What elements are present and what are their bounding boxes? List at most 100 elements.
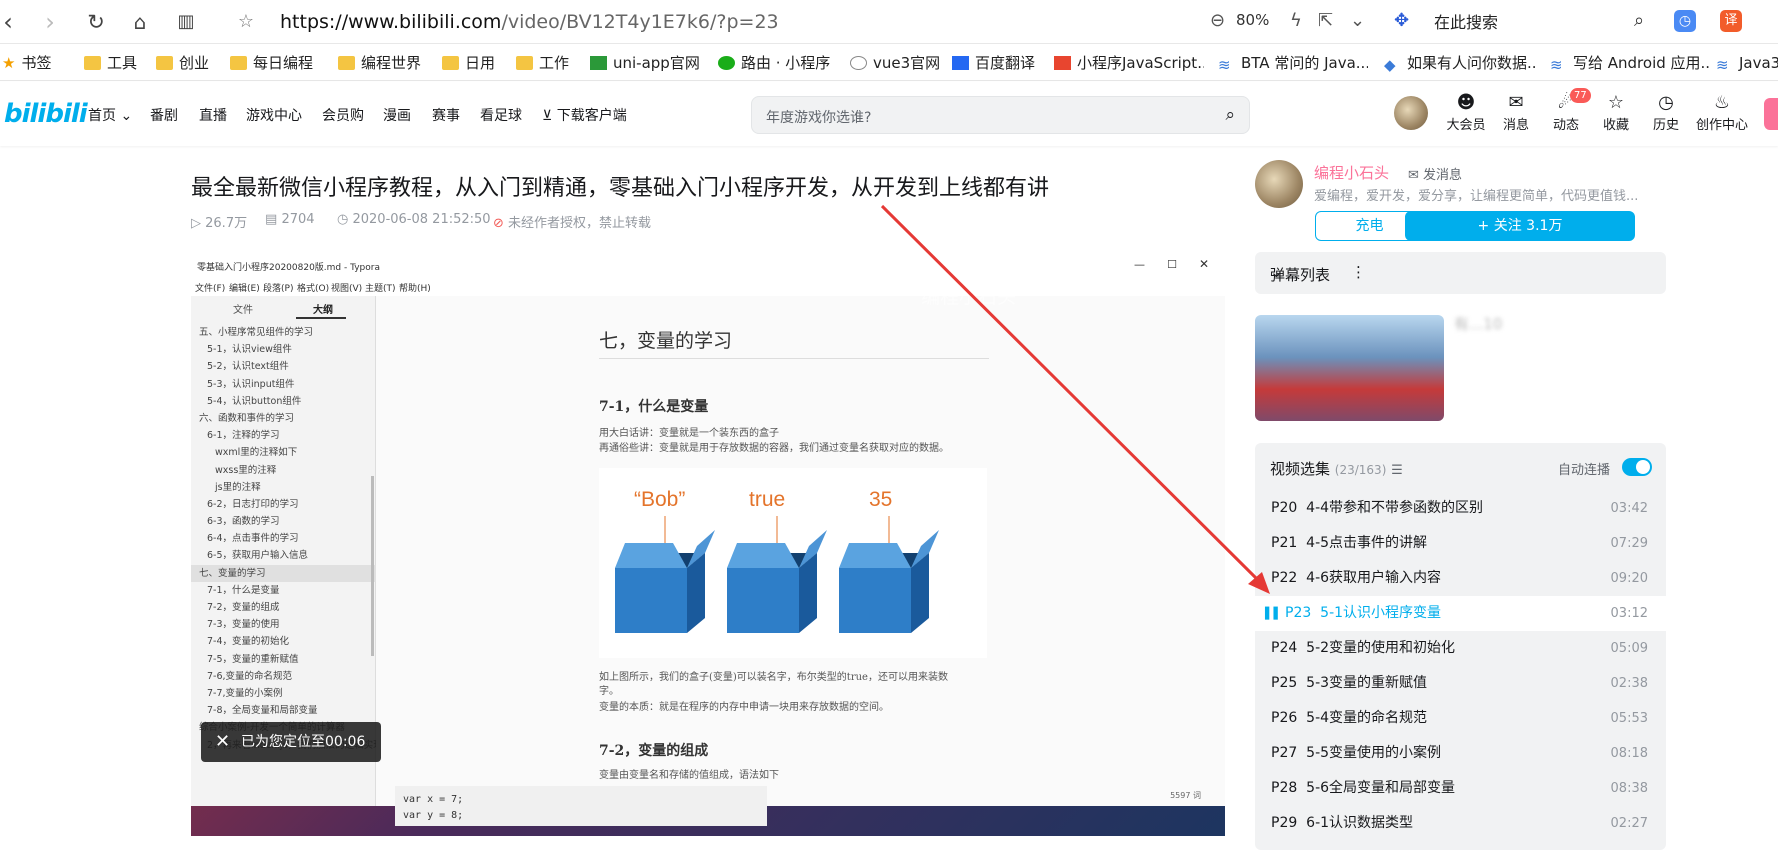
outline-item[interactable]: 5-1，认识view组件: [191, 341, 376, 358]
header-creator[interactable]: ♨ 创作中心: [1694, 92, 1750, 133]
outline-item[interactable]: 六、函数和事件的学习: [191, 410, 376, 427]
playlist-item[interactable]: P26 5-4变量的命名规范 05:53: [1255, 701, 1666, 736]
list-icon[interactable]: ☰: [1391, 463, 1403, 478]
playlist-item[interactable]: P29 6-1认识数据类型 02:27: [1255, 806, 1666, 841]
bookmark-folder[interactable]: 编程世界: [338, 54, 421, 72]
nav-download[interactable]: ⊻ 下载客户端: [542, 105, 627, 125]
nav-esports[interactable]: 赛事: [432, 105, 460, 125]
bookmark-folder[interactable]: 日用: [442, 54, 495, 72]
outline-item[interactable]: 7-3，变量的使用: [191, 616, 376, 633]
sidebar-scrollbar[interactable]: [371, 476, 374, 656]
back-icon[interactable]: ‹: [0, 8, 22, 36]
outline-item[interactable]: wxml里的注释如下: [191, 444, 376, 461]
recommend-title[interactable]: 有...10: [1454, 313, 1502, 334]
nav-game[interactable]: 游戏中心: [246, 105, 302, 125]
outline-item[interactable]: 6-5，获取用户输入信息: [191, 547, 376, 564]
maximize-icon[interactable]: ☐: [1167, 258, 1177, 271]
menu-file[interactable]: 文件(F): [195, 281, 225, 294]
zoom-level[interactable]: 80%: [1236, 11, 1269, 29]
close-icon[interactable]: ✕: [215, 722, 230, 762]
playlist-item[interactable]: P22 4-6获取用户输入内容 09:20: [1255, 561, 1666, 596]
nav-football[interactable]: 看足球: [480, 105, 522, 125]
clock-extension-icon[interactable]: ◷: [1674, 10, 1696, 32]
menu-theme[interactable]: 主题(T): [365, 281, 396, 294]
outline-item[interactable]: 五、小程序常见组件的学习: [191, 324, 376, 341]
nav-live[interactable]: 直播: [199, 105, 227, 125]
header-favorites[interactable]: ☆ 收藏: [1594, 92, 1638, 133]
menu-edit[interactable]: 编辑(E): [229, 281, 260, 294]
outline-item[interactable]: 7-4，变量的初始化: [191, 633, 376, 650]
bookmark-folder[interactable]: 每日编程: [230, 54, 313, 72]
baidu-icon[interactable]: ✥: [1394, 10, 1409, 32]
bookmark-link[interactable]: ≋ BTA 常问的 Java...: [1218, 54, 1368, 72]
chevron-down-icon[interactable]: ⌄: [1350, 10, 1365, 32]
video-player[interactable]: 零基础入门小程序20200820版.md - Typora — ☐ ✕ 文件(F…: [191, 254, 1225, 836]
header-dynamic[interactable]: ☄ 动态 77: [1544, 88, 1591, 133]
playlist-item[interactable]: P25 5-3变量的重新赋值 02:38: [1255, 666, 1666, 701]
outline-item[interactable]: 7-2，变量的组成: [191, 599, 376, 616]
outline-item[interactable]: 7-8，全局变量和局部变量: [191, 702, 376, 719]
minimize-icon[interactable]: —: [1134, 258, 1145, 271]
zoom-icon[interactable]: ⊖: [1210, 10, 1225, 32]
outline-item[interactable]: 7-6,变量的命名规范: [191, 668, 376, 685]
danmaku-list-panel[interactable]: 弹幕列表 ⋮ ⌄: [1255, 252, 1666, 294]
nav-anime[interactable]: 番剧: [150, 105, 178, 125]
bookmark-folder[interactable]: 工具: [84, 54, 137, 72]
chevron-down-icon[interactable]: ⌄: [1270, 263, 1650, 281]
bookmark-link[interactable]: ◆ 如果有人问你数据...: [1384, 54, 1536, 72]
playlist-item[interactable]: P27 5-5变量使用的小案例 08:18: [1255, 736, 1666, 771]
share-icon[interactable]: ⇱: [1318, 10, 1333, 32]
star-bookmark-icon[interactable]: ☆: [232, 8, 260, 36]
nav-mall[interactable]: 会员购: [322, 105, 364, 125]
bookmark-link[interactable]: vue3官网: [850, 54, 940, 72]
reader-icon[interactable]: ▥: [172, 8, 200, 36]
outline-item[interactable]: wxss里的注释: [191, 462, 376, 479]
bookmark-link[interactable]: ≋ Java3: [1716, 54, 1778, 72]
forward-icon[interactable]: ›: [36, 8, 64, 36]
outline-item[interactable]: 5-4，认识button组件: [191, 393, 376, 410]
bookmark-link[interactable]: ≋ 写给 Android 应用...: [1550, 54, 1710, 72]
translate-extension-icon[interactable]: 译: [1720, 10, 1742, 32]
menu-help[interactable]: 帮助(H): [399, 281, 431, 294]
bookmark-link[interactable]: uni-app官网: [590, 54, 700, 72]
bookmark-folder[interactable]: 创业: [156, 54, 209, 72]
reload-icon[interactable]: ↻: [82, 8, 110, 36]
outline-item[interactable]: 7-1，什么是变量: [191, 582, 376, 599]
outline-item[interactable]: 5-3，认识input组件: [191, 376, 376, 393]
autoplay-toggle[interactable]: [1622, 458, 1652, 476]
home-icon[interactable]: ⌂: [126, 8, 154, 36]
recommend-thumbnail[interactable]: [1255, 315, 1444, 421]
nav-manga[interactable]: 漫画: [383, 105, 411, 125]
uploader-name[interactable]: 编程小石头: [1314, 162, 1389, 183]
upload-button[interactable]: [1764, 98, 1778, 130]
bookmark-link[interactable]: 路由 · 小程序: [718, 54, 830, 72]
nav-home[interactable]: 首页 ⌄: [88, 105, 132, 125]
site-search[interactable]: 年度游戏你选谁? ⌕: [751, 96, 1250, 134]
playlist-item[interactable]: P28 5-6全局变量和局部变量 08:38: [1255, 771, 1666, 806]
bookmark-main[interactable]: ★ 书签: [2, 54, 51, 72]
outline-item[interactable]: 5-2，认识text组件: [191, 358, 376, 375]
outline-item[interactable]: 6-3，函数的学习: [191, 513, 376, 530]
search-icon[interactable]: ⌕: [1225, 105, 1235, 125]
menu-format[interactable]: 格式(O): [297, 281, 329, 294]
tab-outline[interactable]: 大纲: [313, 301, 333, 316]
outline-item[interactable]: 7-5，变量的重新赋值: [191, 651, 376, 668]
outline-item[interactable]: 7-7,变量的小案例: [191, 685, 376, 702]
bilibili-logo[interactable]: bilibili: [4, 99, 88, 129]
playlist-item[interactable]: P24 5-2变量的使用和初始化 05:09: [1255, 631, 1666, 666]
tab-files[interactable]: 文件: [233, 301, 253, 316]
send-message[interactable]: ✉ 发消息: [1408, 164, 1462, 183]
search-icon[interactable]: ⌕: [1634, 10, 1644, 32]
close-icon[interactable]: ✕: [1199, 257, 1209, 271]
outline-item[interactable]: 七、变量的学习: [191, 564, 376, 582]
bookmark-link[interactable]: 百度翻译: [952, 54, 1035, 72]
outline-item[interactable]: 6-2，日志打印的学习: [191, 496, 376, 513]
follow-button[interactable]: + 关注 3.1万: [1405, 211, 1635, 241]
header-history[interactable]: ◷ 历史: [1644, 92, 1688, 133]
browser-search-label[interactable]: 在此搜索: [1434, 9, 1498, 33]
outline-item[interactable]: 6-4，点击事件的学习: [191, 530, 376, 547]
bookmark-link[interactable]: 小程序JavaScript...: [1054, 54, 1204, 72]
header-vip[interactable]: ☻ 大会员: [1444, 92, 1488, 133]
outline-item[interactable]: js里的注释: [191, 479, 376, 496]
lightning-icon[interactable]: ϟ: [1290, 10, 1302, 32]
